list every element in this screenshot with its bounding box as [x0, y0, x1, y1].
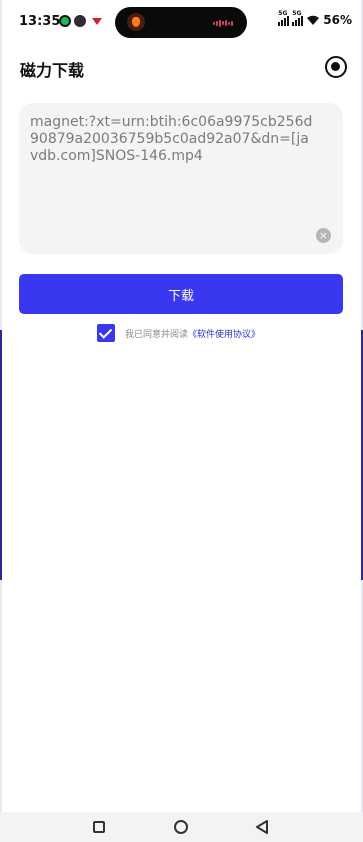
wifi-icon [306, 14, 320, 26]
agreement-text: 我已同意并阅读 [125, 329, 189, 340]
vivaldi-icon [92, 17, 102, 25]
status-time: 13:35 [19, 14, 61, 29]
audio-wave-icon [213, 19, 235, 27]
system-nav-bar [0, 812, 363, 842]
status-bar: 13:35 5G 5G 56% [0, 0, 363, 44]
network-type-label: 5G [278, 10, 288, 17]
clear-icon[interactable]: × [316, 228, 331, 243]
agreement-checkbox[interactable] [97, 324, 115, 342]
signal-icon: 5G [278, 10, 290, 26]
dynamic-island [115, 7, 247, 38]
page-title: 磁力下载 [20, 61, 85, 80]
notification-icons [59, 15, 102, 27]
record-icon[interactable] [325, 56, 347, 78]
agreement-link[interactable]: 《软件使用协议》 [188, 327, 260, 340]
download-button[interactable]: 下载 [19, 274, 343, 314]
frame-accent-left [0, 330, 2, 580]
signal-icon: 5G [292, 10, 304, 26]
square-icon[interactable] [93, 821, 105, 833]
spotify-icon [59, 15, 71, 27]
wechat-icon [74, 15, 86, 27]
app-header: 磁力下载 [0, 50, 363, 86]
battery-percent: 56% [323, 13, 352, 27]
magnet-link-input[interactable]: magnet:?xt=urn:btih:6c06a9975cb256d90879… [19, 103, 343, 254]
live-activity-icon [127, 13, 145, 31]
network-type-label: 5G [292, 10, 302, 17]
agreement-row: 我已同意并阅读 《软件使用协议》 [97, 324, 260, 342]
circle-icon[interactable] [174, 820, 188, 834]
system-status: 5G 5G 56% [278, 10, 352, 27]
